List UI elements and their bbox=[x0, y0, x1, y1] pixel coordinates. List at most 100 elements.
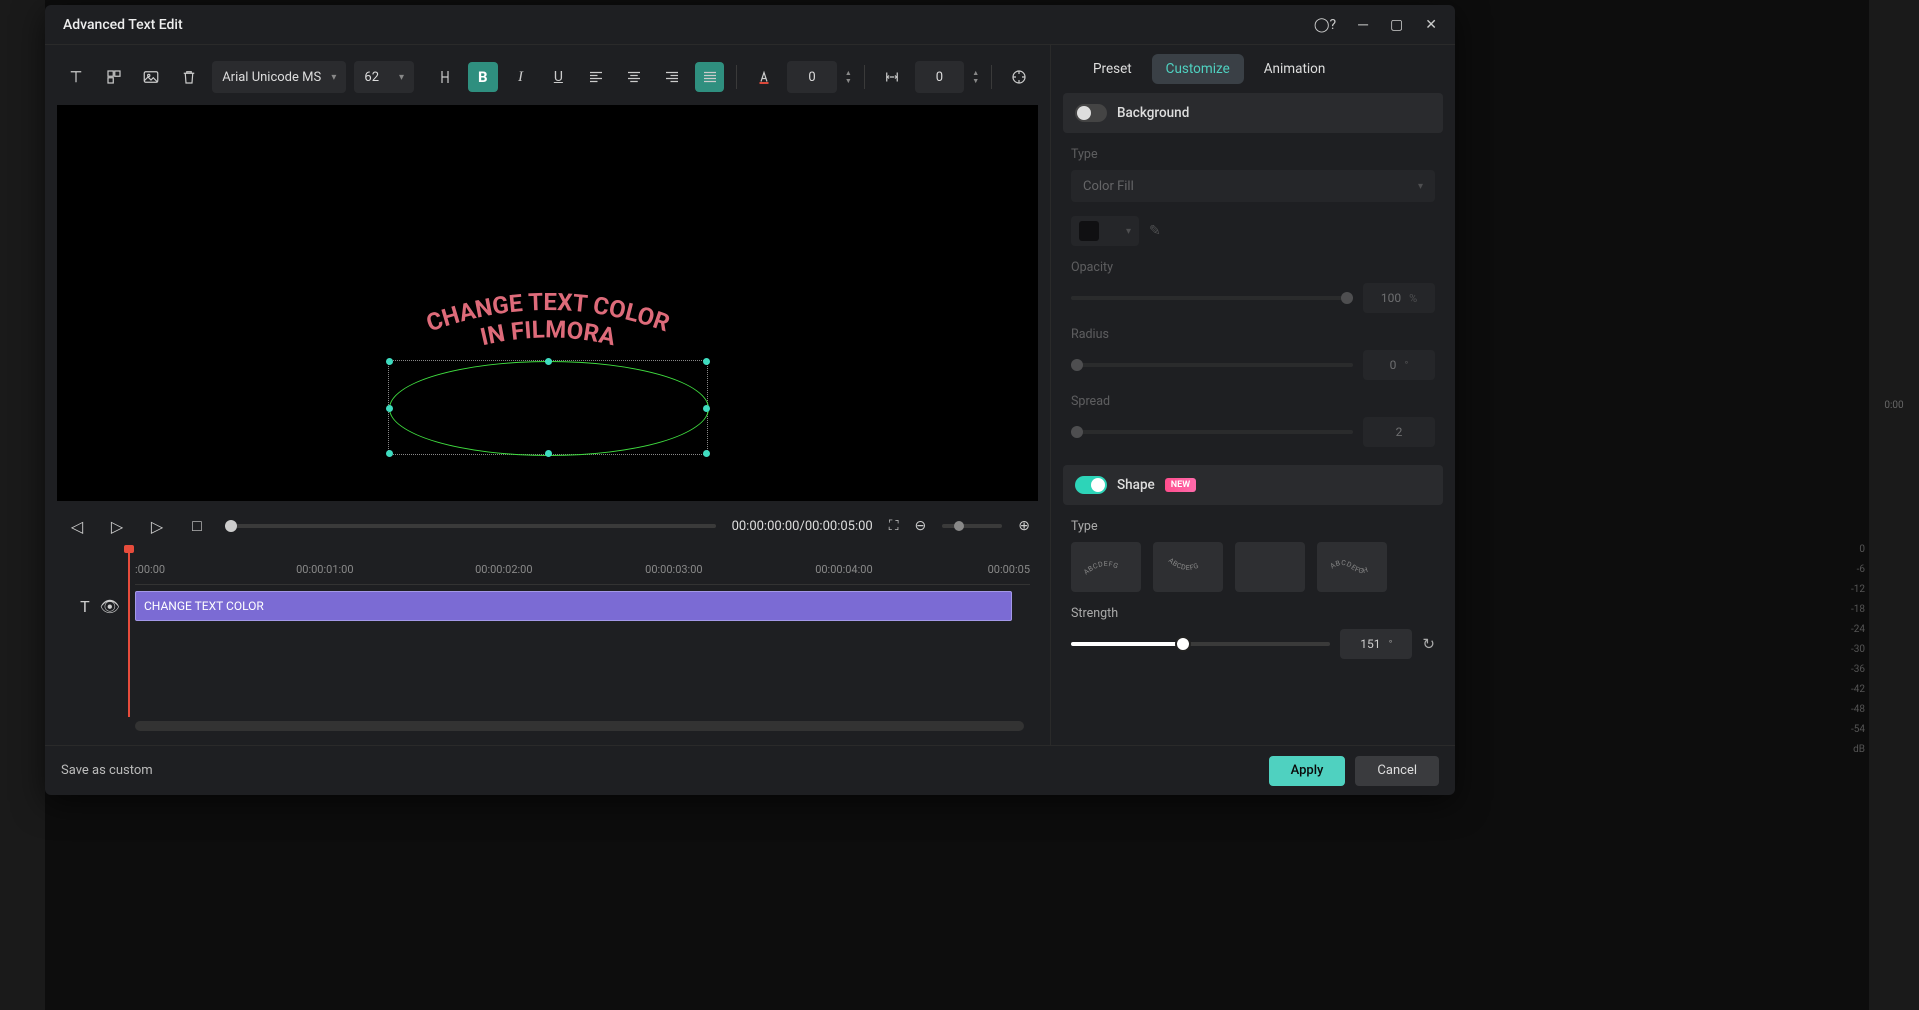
stop-icon[interactable]: □ bbox=[185, 516, 209, 536]
handle-tr[interactable] bbox=[703, 358, 710, 365]
add-image-icon[interactable] bbox=[137, 62, 167, 92]
handle-br[interactable] bbox=[703, 450, 710, 457]
next-frame-icon[interactable]: ▷ bbox=[105, 517, 129, 536]
visibility-icon[interactable]: 👁 bbox=[100, 597, 120, 616]
text-color-icon[interactable] bbox=[749, 62, 779, 92]
align-justify-icon[interactable] bbox=[695, 62, 725, 92]
radius-value[interactable]: 0° bbox=[1363, 350, 1435, 380]
delete-icon[interactable] bbox=[174, 62, 204, 92]
timeline-ruler[interactable]: :00:00 00:00:01:00 00:00:02:00 00:00:03:… bbox=[135, 555, 1030, 585]
shape-type-circle[interactable]: ABCDEFGHIJKLMN bbox=[1235, 542, 1305, 592]
strength-value[interactable]: 151° bbox=[1340, 629, 1412, 659]
save-as-custom-link[interactable]: Save as custom bbox=[61, 763, 153, 778]
timeline: :00:00 00:00:01:00 00:00:02:00 00:00:03:… bbox=[53, 547, 1042, 737]
background-section-header: Background bbox=[1063, 93, 1443, 133]
zoom-out-icon[interactable]: ⊖ bbox=[915, 518, 927, 534]
radius-label: Radius bbox=[1071, 327, 1435, 342]
db-meter: 0-6-12 -18-24-30 -36-42-48 -54dB bbox=[1851, 540, 1865, 760]
bg-type-select[interactable]: Color Fill▾ bbox=[1071, 170, 1435, 202]
add-textbox-icon[interactable] bbox=[99, 62, 129, 92]
advanced-text-edit-dialog: Advanced Text Edit ◯? ─ ▢ ✕ Arial Unicod… bbox=[45, 5, 1455, 795]
value1-input[interactable]: 0 bbox=[787, 61, 837, 93]
text-toolbar: Arial Unicode MS▾ 62▾ B I U 0 ▲▼ 0 ▲▼ bbox=[53, 53, 1042, 101]
preview-canvas[interactable]: CHANGE TEXT COLOR IN FILMORA bbox=[57, 105, 1038, 501]
playback-bar: ◁ ▷ ▷ □ 00:00:00:00/00:00:05:00 ⛶ ⊖ ⊕ bbox=[53, 505, 1042, 547]
left-panel: Arial Unicode MS▾ 62▾ B I U 0 ▲▼ 0 ▲▼ bbox=[45, 45, 1050, 745]
font-select[interactable]: Arial Unicode MS▾ bbox=[212, 61, 346, 93]
spacing-icon[interactable] bbox=[877, 62, 907, 92]
shape-type-arc-down[interactable]: ABCDEFG bbox=[1153, 542, 1223, 592]
background-toggle[interactable] bbox=[1075, 104, 1107, 122]
playback-handle[interactable] bbox=[225, 520, 237, 532]
panel-tabs: Preset Customize Animation bbox=[1051, 45, 1455, 93]
play-icon[interactable]: ▷ bbox=[145, 517, 169, 536]
tab-customize[interactable]: Customize bbox=[1152, 54, 1244, 84]
value1-spinner[interactable]: ▲▼ bbox=[845, 70, 852, 85]
shape-label: Shape bbox=[1117, 477, 1155, 493]
shape-type-wave[interactable]: ABCDEFGH bbox=[1317, 542, 1387, 592]
fit-icon[interactable]: ⛶ bbox=[889, 518, 899, 534]
tab-preset[interactable]: Preset bbox=[1079, 54, 1146, 84]
cancel-button[interactable]: Cancel bbox=[1355, 756, 1439, 786]
right-panel: Preset Customize Animation Background Ty… bbox=[1050, 45, 1455, 745]
handle-mr[interactable] bbox=[703, 405, 710, 412]
timecode-display: 00:00:00:00/00:00:05:00 bbox=[732, 519, 873, 534]
playhead[interactable] bbox=[128, 547, 130, 717]
align-center-icon[interactable] bbox=[619, 62, 649, 92]
meter-sidebar: 0:00 bbox=[1869, 0, 1919, 1010]
opacity-value[interactable]: 100% bbox=[1363, 283, 1435, 313]
handle-bc[interactable] bbox=[545, 450, 552, 457]
timeline-scrollbar[interactable] bbox=[135, 721, 1024, 731]
handle-tc[interactable] bbox=[545, 358, 552, 365]
underline-button[interactable]: U bbox=[543, 62, 573, 92]
playback-slider[interactable] bbox=[225, 524, 716, 528]
dialog-footer: Save as custom Apply Cancel bbox=[45, 745, 1455, 795]
shape-section-header: Shape NEW bbox=[1063, 465, 1443, 505]
timeline-clip[interactable]: CHANGE TEXT COLOR bbox=[135, 591, 1012, 621]
zoom-slider[interactable] bbox=[942, 524, 1002, 528]
strength-slider[interactable] bbox=[1071, 642, 1330, 646]
italic-button[interactable]: I bbox=[506, 62, 536, 92]
tab-animation[interactable]: Animation bbox=[1250, 54, 1340, 84]
handle-tl[interactable] bbox=[386, 358, 393, 365]
spread-value[interactable]: 2 bbox=[1363, 417, 1435, 447]
shape-toggle[interactable] bbox=[1075, 476, 1107, 494]
apply-button[interactable]: Apply bbox=[1269, 756, 1346, 786]
opacity-label: Opacity bbox=[1071, 260, 1435, 275]
bold-button[interactable]: B bbox=[468, 62, 498, 92]
properties-scroll[interactable]: Background Type Color Fill▾ ▾ ✎ Opacity bbox=[1051, 93, 1455, 745]
selection-box[interactable] bbox=[388, 360, 708, 455]
text-track-icon[interactable]: T bbox=[80, 597, 90, 616]
prev-frame-icon[interactable]: ◁ bbox=[65, 517, 89, 536]
close-icon[interactable]: ✕ bbox=[1425, 17, 1437, 33]
minimize-icon[interactable]: ─ bbox=[1358, 16, 1368, 33]
opacity-slider[interactable] bbox=[1071, 296, 1353, 300]
align-right-icon[interactable] bbox=[657, 62, 687, 92]
spread-slider[interactable] bbox=[1071, 430, 1353, 434]
add-text-icon[interactable] bbox=[61, 62, 91, 92]
bg-color-chip[interactable]: ▾ bbox=[1071, 216, 1139, 246]
help-icon[interactable]: ◯? bbox=[1314, 17, 1336, 33]
value2-input[interactable]: 0 bbox=[915, 61, 965, 93]
handle-ml[interactable] bbox=[386, 405, 393, 412]
radius-slider[interactable] bbox=[1071, 363, 1353, 367]
titlebar: Advanced Text Edit ◯? ─ ▢ ✕ bbox=[45, 5, 1455, 45]
zoom-in-icon[interactable]: ⊕ bbox=[1018, 518, 1030, 534]
align-left-icon[interactable] bbox=[581, 62, 611, 92]
svg-text:ABCDEFGH: ABCDEFGH bbox=[1329, 559, 1370, 575]
reset-strength-icon[interactable]: ↻ bbox=[1422, 635, 1435, 653]
strength-handle[interactable] bbox=[1175, 636, 1191, 652]
svg-text:ABCDEFGHIJKLMN: ABCDEFGHIJKLMN bbox=[1245, 555, 1295, 557]
value2-spinner[interactable]: ▲▼ bbox=[972, 70, 979, 85]
strength-label: Strength bbox=[1071, 606, 1435, 621]
svg-text:IN FILMORA: IN FILMORA bbox=[477, 315, 618, 351]
fontsize-select[interactable]: 62▾ bbox=[354, 61, 414, 93]
eyedropper-icon[interactable]: ✎ bbox=[1149, 223, 1161, 239]
effects-icon[interactable] bbox=[1004, 62, 1034, 92]
maximize-icon[interactable]: ▢ bbox=[1390, 17, 1403, 33]
vertical-text-icon[interactable] bbox=[430, 62, 460, 92]
shape-type-arc-up[interactable]: ABCDEFG bbox=[1071, 542, 1141, 592]
handle-bl[interactable] bbox=[386, 450, 393, 457]
new-badge: NEW bbox=[1165, 478, 1196, 492]
text-track: T 👁 CHANGE TEXT COLOR bbox=[65, 589, 1030, 623]
